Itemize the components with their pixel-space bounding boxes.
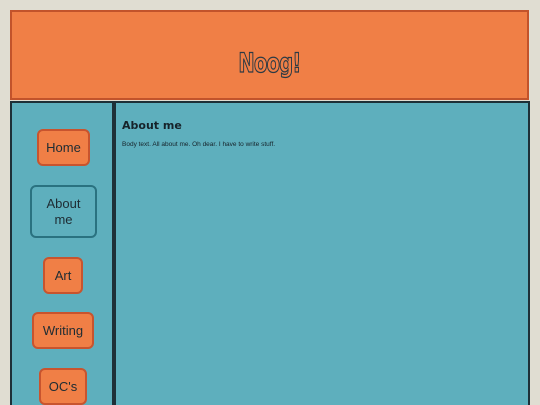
body-text: Body text. All about me. Oh dear. I have… bbox=[122, 141, 276, 148]
page-heading: About me bbox=[122, 119, 182, 132]
nav-button-art[interactable]: Art bbox=[43, 257, 83, 294]
sidebar-nav: Home About me Art Writing OC's bbox=[10, 101, 114, 405]
main-content: About me Body text. All about me. Oh dea… bbox=[114, 101, 530, 405]
nav-button-about-me[interactable]: About me bbox=[30, 185, 97, 238]
nav-button-ocs[interactable]: OC's bbox=[39, 368, 87, 405]
site-title: Noog! bbox=[238, 47, 302, 79]
nav-button-home[interactable]: Home bbox=[37, 129, 90, 166]
site-header: Noog! bbox=[10, 10, 529, 100]
nav-button-writing[interactable]: Writing bbox=[32, 312, 94, 349]
